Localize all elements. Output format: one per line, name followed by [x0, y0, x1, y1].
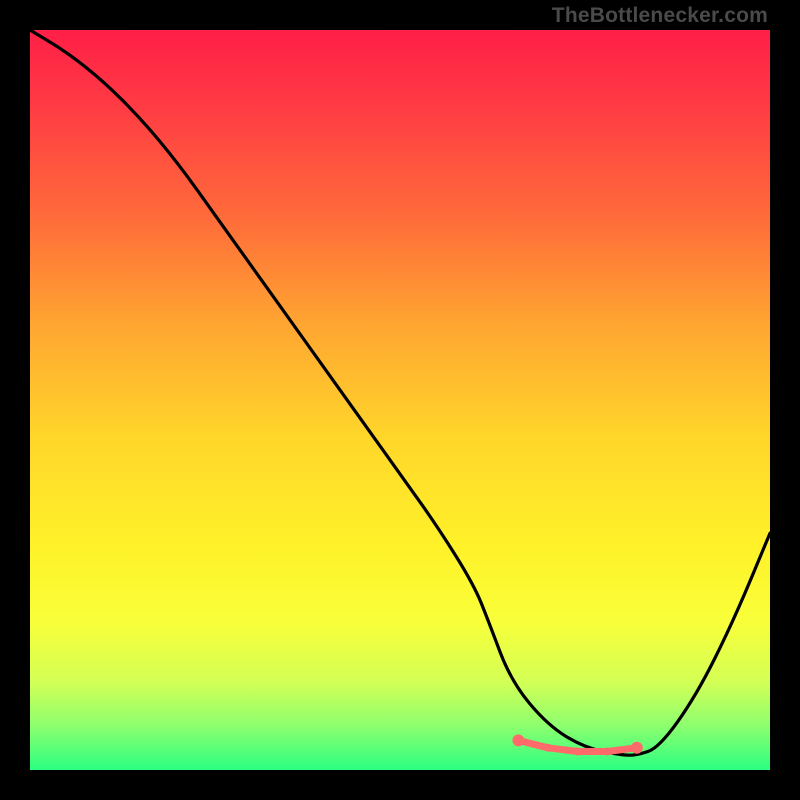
attribution-text: TheBottlenecker.com	[552, 4, 768, 28]
optimal-range-dot	[574, 748, 582, 756]
bottleneck-curve	[30, 30, 770, 755]
plot-area	[30, 30, 770, 770]
optimal-range-end-dot	[631, 742, 643, 754]
chart-frame: TheBottlenecker.com	[0, 0, 800, 800]
curve-svg	[30, 30, 770, 770]
optimal-range-dot	[544, 744, 552, 752]
optimal-range-start-dot	[512, 734, 524, 746]
optimal-range-dot	[603, 748, 611, 756]
